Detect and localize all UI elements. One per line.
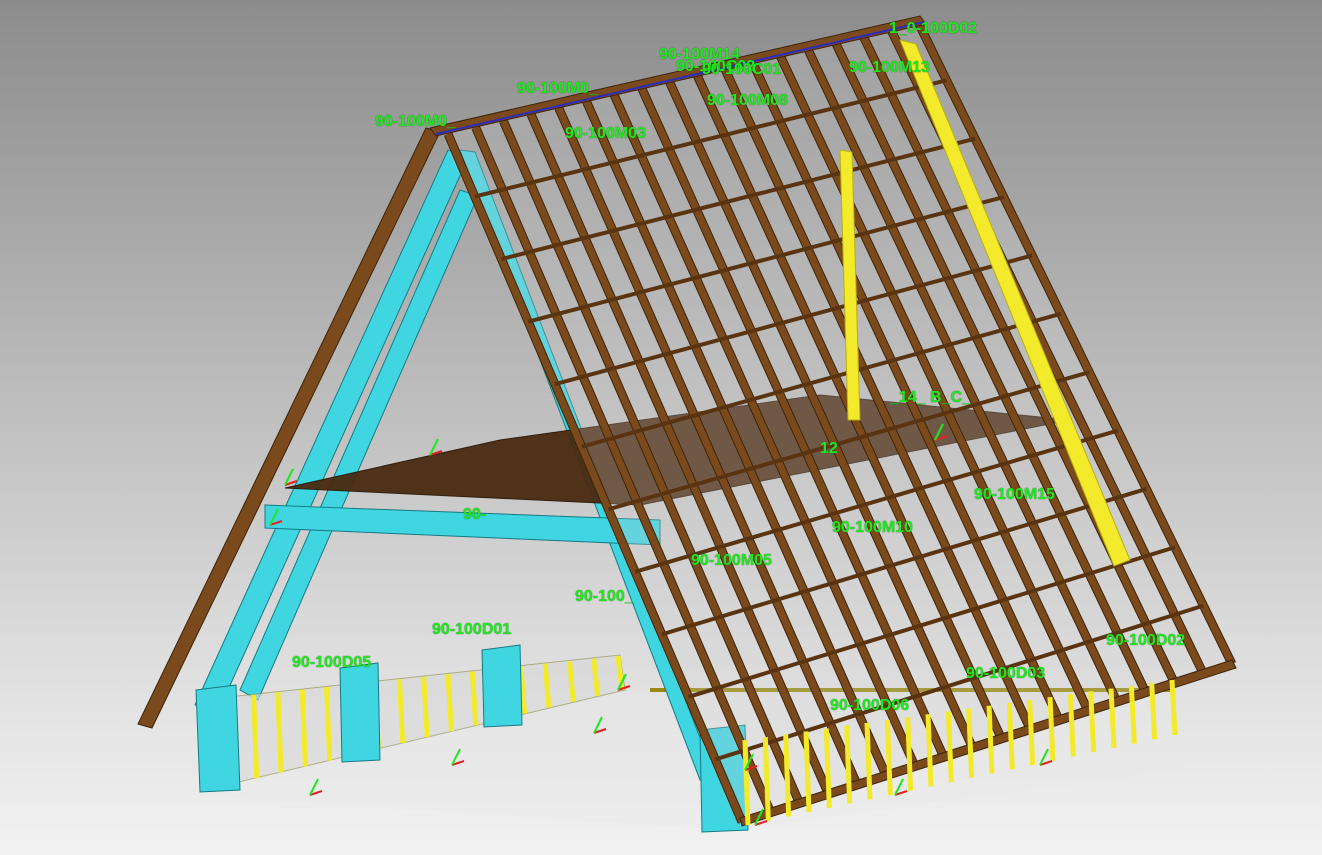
stud bbox=[1067, 694, 1076, 757]
component-label[interactable]: 90-100M05 bbox=[691, 552, 772, 570]
component-label[interactable]: 12 bbox=[820, 440, 838, 458]
component-label[interactable]: 90-100D06 bbox=[830, 697, 909, 715]
stud bbox=[1169, 679, 1178, 736]
stud bbox=[762, 737, 771, 821]
component-label[interactable]: 90-100M0_ bbox=[375, 113, 456, 131]
stud bbox=[742, 739, 751, 826]
component-label[interactable]: 90-100D01 bbox=[432, 621, 511, 639]
component-label[interactable]: 90-100_ bbox=[575, 588, 634, 606]
component-label[interactable]: 90-100C01 bbox=[702, 61, 781, 79]
stud bbox=[864, 722, 873, 800]
stud bbox=[323, 686, 333, 761]
a-frame-house-model[interactable] bbox=[0, 0, 1322, 855]
stud bbox=[299, 689, 308, 767]
stud bbox=[884, 719, 893, 796]
stud bbox=[1027, 699, 1036, 766]
stud bbox=[1047, 697, 1056, 761]
stud bbox=[421, 676, 430, 738]
stud bbox=[1128, 685, 1137, 744]
stud bbox=[844, 725, 853, 804]
stud bbox=[1088, 691, 1097, 753]
stud bbox=[1149, 682, 1158, 740]
stud bbox=[251, 694, 260, 779]
cad-3d-viewport[interactable]: 1_0-100D02 90-100M14 90-100C02 90-100C01… bbox=[0, 0, 1322, 855]
stud bbox=[945, 711, 954, 783]
component-label[interactable]: 90-100D03 bbox=[966, 665, 1045, 683]
stud bbox=[783, 734, 792, 817]
stud bbox=[823, 728, 832, 808]
component-label[interactable]: 90-100M13 bbox=[849, 59, 930, 77]
stud bbox=[925, 714, 934, 787]
component-label[interactable]: 90-100D05 bbox=[292, 654, 371, 672]
xyz-axis-icon bbox=[429, 438, 443, 456]
stud bbox=[396, 679, 406, 744]
xyz-axis-icon bbox=[284, 468, 298, 486]
stud bbox=[1006, 702, 1015, 770]
component-label[interactable]: 90-100D02 bbox=[1106, 632, 1185, 650]
stud bbox=[905, 717, 914, 791]
component-label[interactable]: 1_0-100D02 bbox=[889, 20, 977, 38]
component-label[interactable]: 90- bbox=[463, 506, 486, 524]
component-label[interactable]: 90-100M15 bbox=[974, 486, 1055, 504]
stud bbox=[275, 692, 284, 773]
component-label[interactable]: 90-100M0_ bbox=[517, 80, 598, 98]
stud bbox=[966, 708, 975, 778]
component-label[interactable]: 90-100M08 bbox=[707, 92, 788, 110]
component-label[interactable]: _14_ B_C_ bbox=[890, 389, 971, 407]
stud bbox=[1108, 688, 1117, 748]
component-label[interactable]: 90-100M10 bbox=[832, 519, 913, 537]
component-label[interactable]: 90-100M03 bbox=[565, 125, 646, 143]
stud bbox=[986, 705, 995, 774]
stud bbox=[803, 731, 812, 813]
